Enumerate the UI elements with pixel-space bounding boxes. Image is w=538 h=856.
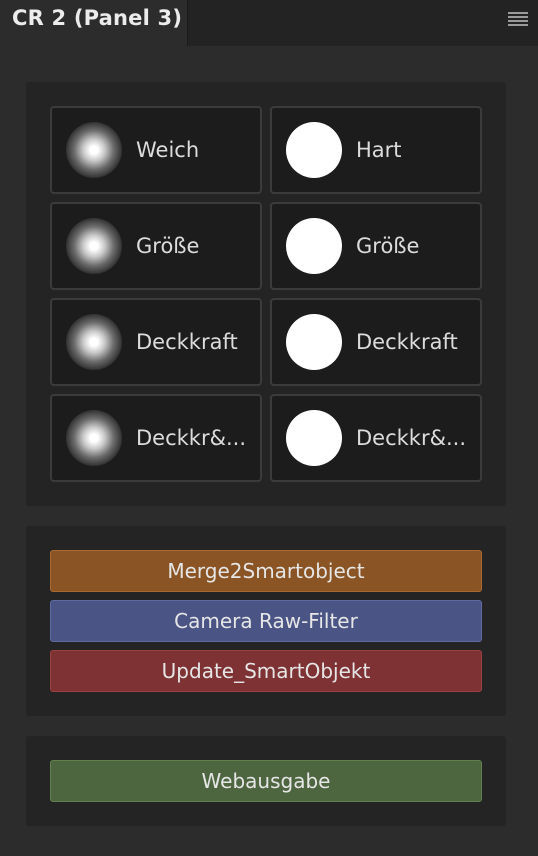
panel-tab-bar: CR 2 (Panel 3) [0, 0, 538, 46]
brush-label: Deckkraft [136, 330, 238, 354]
brush-label: Deckkr&... [136, 426, 246, 450]
brush-presets-group: Weich Hart Größe Größe Deckkraft Deckkra… [26, 82, 506, 506]
brush-preset-soft-opacity[interactable]: Deckkraft [50, 298, 262, 386]
brush-preset-soft-opacity-flow[interactable]: Deckkr&... [50, 394, 262, 482]
brush-preset-hard-hart[interactable]: Hart [270, 106, 482, 194]
brush-label: Weich [136, 138, 200, 162]
soft-brush-icon [66, 122, 122, 178]
update-smartobjekt-button[interactable]: Update_SmartObjekt [50, 650, 482, 692]
brush-preset-soft-weich[interactable]: Weich [50, 106, 262, 194]
brush-grid: Weich Hart Größe Größe Deckkraft Deckkra… [50, 106, 482, 482]
hard-brush-icon [286, 314, 342, 370]
panel-title: CR 2 (Panel 3) [12, 6, 183, 30]
brush-label: Hart [356, 138, 402, 162]
panel-tab[interactable]: CR 2 (Panel 3) [0, 0, 188, 46]
brush-label: Größe [136, 234, 200, 258]
brush-label: Deckkr&... [356, 426, 466, 450]
hard-brush-icon [286, 410, 342, 466]
webausgabe-button[interactable]: Webausgabe [50, 760, 482, 802]
brush-label: Deckkraft [356, 330, 458, 354]
hamburger-menu-icon[interactable] [508, 12, 528, 26]
export-group: Webausgabe [26, 736, 506, 826]
soft-brush-icon [66, 410, 122, 466]
brush-label: Größe [356, 234, 420, 258]
merge-smartobject-button[interactable]: Merge2Smartobject [50, 550, 482, 592]
brush-preset-hard-opacity[interactable]: Deckkraft [270, 298, 482, 386]
hard-brush-icon [286, 122, 342, 178]
actions-group: Merge2Smartobject Camera Raw-Filter Upda… [26, 526, 506, 716]
brush-preset-soft-size[interactable]: Größe [50, 202, 262, 290]
camera-raw-filter-button[interactable]: Camera Raw-Filter [50, 600, 482, 642]
soft-brush-icon [66, 218, 122, 274]
soft-brush-icon [66, 314, 122, 370]
hard-brush-icon [286, 218, 342, 274]
brush-preset-hard-size[interactable]: Größe [270, 202, 482, 290]
brush-preset-hard-opacity-flow[interactable]: Deckkr&... [270, 394, 482, 482]
